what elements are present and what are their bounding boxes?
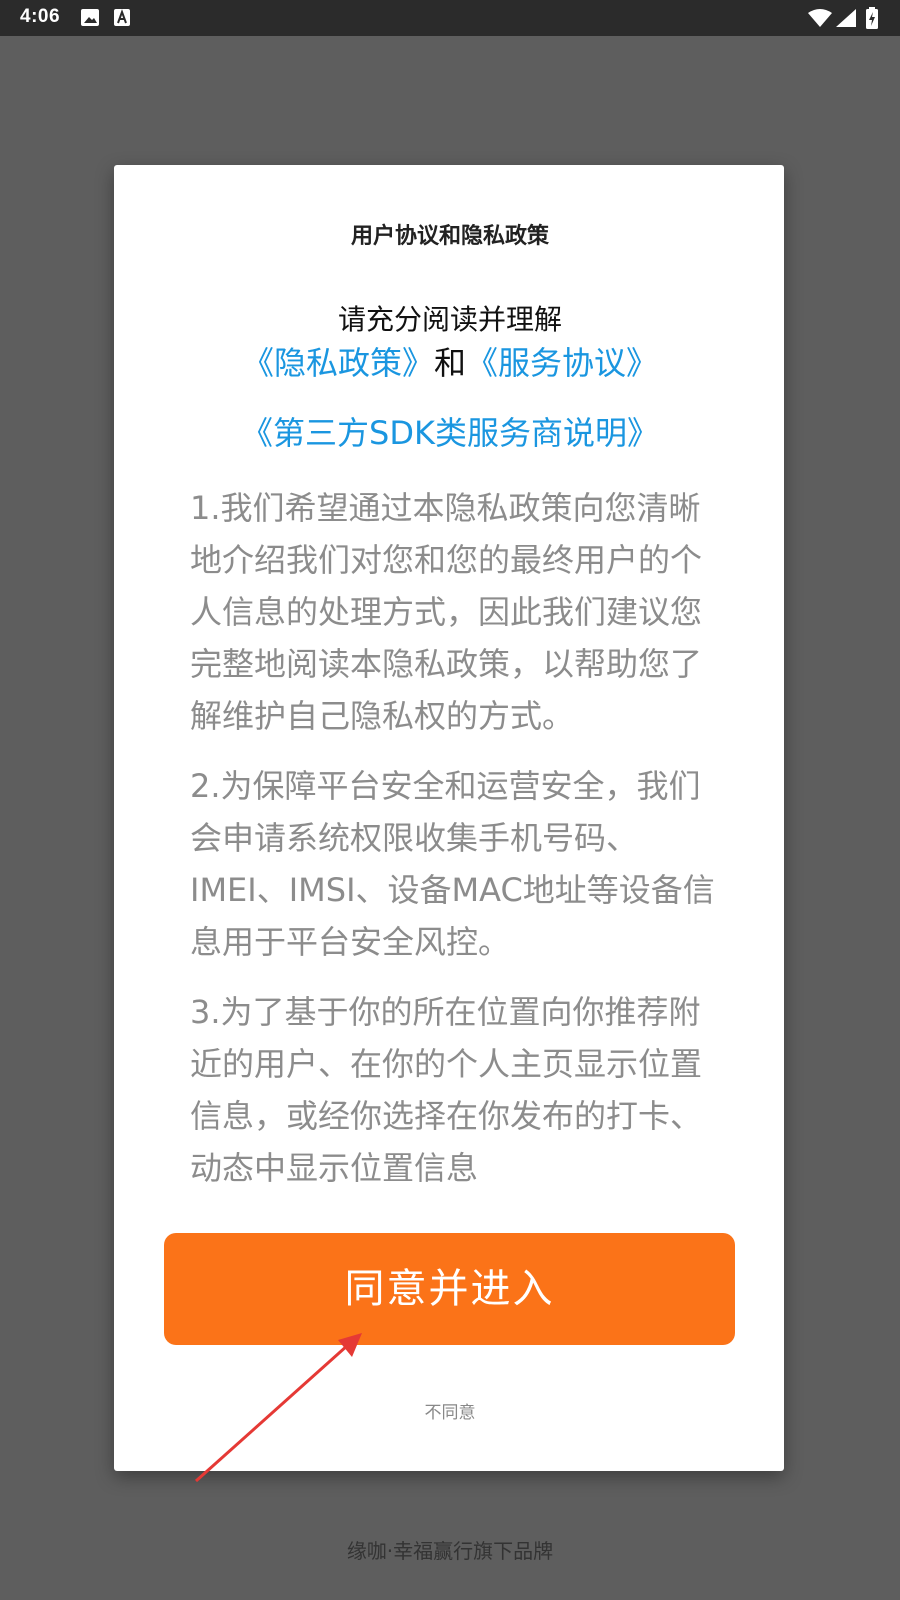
agree-and-enter-button[interactable]: 同意并进入 (164, 1233, 735, 1345)
policy-paragraph-2: 2.为保障平台安全和运营安全，我们会申请系统权限收集手机号码、IMEI、IMSI… (190, 767, 715, 961)
battery-charging-icon (866, 7, 878, 29)
signal-icon (836, 9, 856, 27)
font-a-icon (114, 9, 130, 26)
third-party-sdk-link[interactable]: 《第三方SDK类服务商说明》 (241, 414, 659, 452)
dialog-title: 用户协议和隐私政策 (350, 224, 549, 249)
policy-text-scroll[interactable]: 1.我们希望通过本隐私政策向您清晰地介绍我们对您和您的最终用户的个人信息的处理方… (190, 482, 720, 1207)
status-bar: 4:06 (0, 0, 900, 36)
status-time: 4:06 (20, 6, 61, 27)
image-icon (81, 9, 99, 26)
lead-text: 请充分阅读并理解 (337, 303, 562, 336)
policy-paragraph-3: 3.为了基于你的所在位置向你推荐附近的用户、在你的个人主页显示位置信息，或经你选… (190, 993, 703, 1187)
sdk-link-row: 《第三方SDK类服务商说明》 (0, 410, 900, 456)
and-text: 和 (433, 344, 466, 382)
wifi-icon (808, 9, 832, 27)
policy-links-row: 《隐私政策》和《服务协议》 (0, 340, 900, 386)
privacy-policy-link[interactable]: 《隐私政策》 (242, 344, 434, 382)
disagree-button[interactable]: 不同意 (0, 1398, 900, 1423)
policy-paragraph-1: 1.我们希望通过本隐私政策向您清晰地介绍我们对您和您的最终用户的个人信息的处理方… (190, 489, 703, 735)
brand-footer: 缘咖·幸福赢行旗下品牌 (346, 1539, 554, 1563)
service-agreement-link[interactable]: 《服务协议》 (466, 344, 658, 382)
